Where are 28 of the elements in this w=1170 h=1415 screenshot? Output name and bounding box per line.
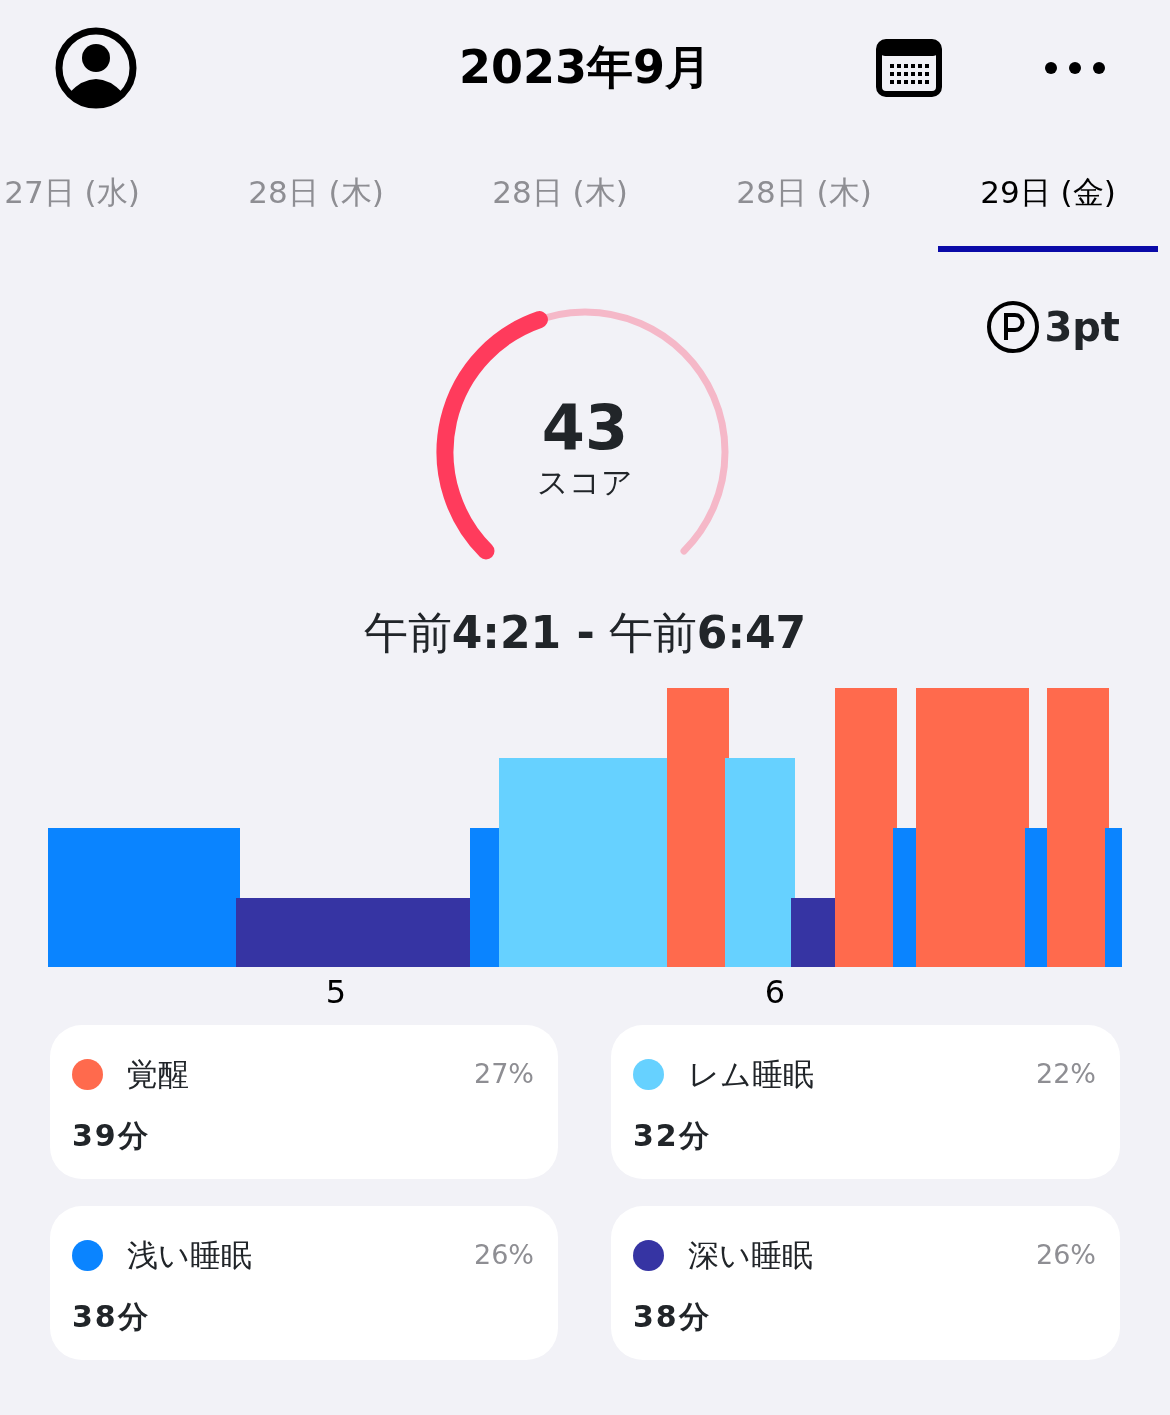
calendar-icon[interactable] xyxy=(876,38,942,97)
stage-name: 覚醒 xyxy=(127,1054,190,1094)
stage-name: レム睡眠 xyxy=(688,1054,815,1094)
stage-percent: 27% xyxy=(474,1056,534,1091)
month-title: 2023年9月 xyxy=(458,39,711,96)
stage-percent: 22% xyxy=(1036,1056,1096,1091)
stage-duration: 32分 xyxy=(633,1117,712,1156)
stage-percent: 26% xyxy=(474,1237,534,1272)
date-tab[interactable]: 28日 (木) xyxy=(206,135,426,252)
time-range: 午前4:21 - 午前6:47 xyxy=(362,607,808,660)
date-tab[interactable]: 28日 (木) xyxy=(694,135,914,252)
score-value: 43 xyxy=(541,397,629,459)
points-value: 3pt xyxy=(1044,303,1120,352)
stage-duration: 38分 xyxy=(72,1298,151,1337)
score-label: スコア xyxy=(537,467,633,498)
stage-duration: 38分 xyxy=(633,1298,712,1337)
profile-icon[interactable] xyxy=(55,26,137,109)
date-tab[interactable]: 29日 (金) xyxy=(938,135,1158,252)
stage-duration: 39分 xyxy=(72,1117,151,1156)
date-tab[interactable]: 27日 (水) xyxy=(0,135,182,252)
stage-name: 浅い睡眠 xyxy=(127,1235,253,1275)
stage-percent: 26% xyxy=(1036,1237,1096,1272)
date-tab[interactable]: 28日 (木) xyxy=(450,135,670,252)
axis-label: 6 xyxy=(764,972,786,1011)
axis-label: 5 xyxy=(325,972,347,1011)
stage-name: 深い睡眠 xyxy=(688,1235,814,1275)
more-icon[interactable] xyxy=(1044,60,1106,75)
points-icon xyxy=(986,300,1041,354)
